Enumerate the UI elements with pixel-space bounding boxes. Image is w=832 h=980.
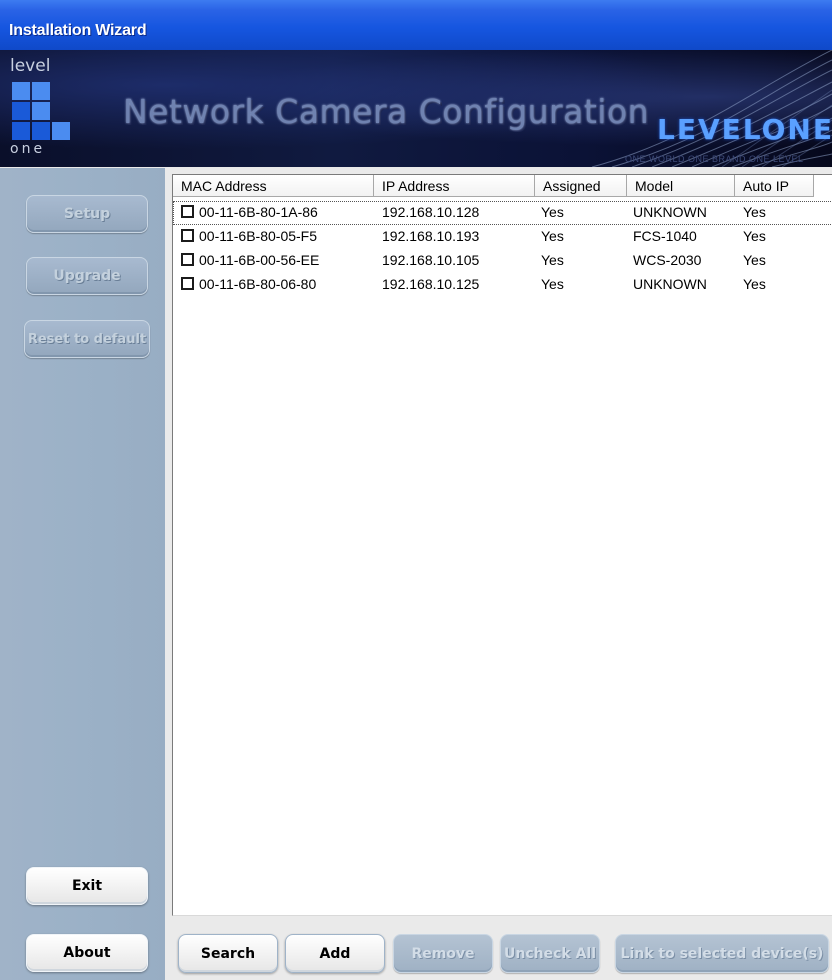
banner-title: Network Camera Configuration — [123, 92, 650, 131]
logo-word-level: level — [10, 56, 51, 76]
banner: level one Network Camera Configuration L… — [0, 50, 832, 167]
reset-to-default-button[interactable]: Reset to default — [24, 320, 150, 358]
model-value: UNKNOWN — [633, 204, 707, 220]
column-header-assigned[interactable]: Assigned — [535, 175, 627, 197]
table-row[interactable]: 00-11-6B-80-1A-86 192.168.10.128 Yes UNK… — [173, 201, 832, 225]
table-row[interactable]: 00-11-6B-80-05-F5 192.168.10.193 Yes FCS… — [173, 225, 832, 249]
installation-wizard-window: Installation Wizard level one Network Ca… — [0, 0, 832, 980]
mac-address: 00-11-6B-80-05-F5 — [199, 228, 318, 244]
remove-button[interactable]: Remove — [393, 934, 493, 973]
device-list-header: MAC Address IP Address Assigned Model Au… — [173, 175, 832, 199]
mac-address: 00-11-6B-80-1A-86 — [199, 204, 318, 220]
add-button[interactable]: Add — [285, 934, 385, 973]
upgrade-button[interactable]: Upgrade — [26, 257, 148, 295]
assigned-value: Yes — [541, 276, 564, 292]
auto-ip-value: Yes — [743, 204, 766, 220]
window-title: Installation Wizard — [9, 22, 147, 39]
model-value: UNKNOWN — [633, 276, 707, 292]
row-checkbox[interactable] — [181, 229, 194, 242]
column-header-mac[interactable]: MAC Address — [173, 175, 374, 197]
model-value: WCS-2030 — [633, 252, 702, 268]
column-header-auto-ip[interactable]: Auto IP — [735, 175, 814, 197]
table-row[interactable]: 00-11-6B-00-56-EE 192.168.10.105 Yes WCS… — [173, 249, 832, 273]
exit-button[interactable]: Exit — [26, 867, 148, 905]
uncheck-all-button[interactable]: Uncheck All — [500, 934, 600, 973]
logo-grid-graphic — [12, 82, 72, 140]
mac-address: 00-11-6B-80-06-80 — [199, 276, 317, 292]
ip-address: 192.168.10.128 — [382, 204, 480, 220]
assigned-value: Yes — [541, 252, 564, 268]
table-row[interactable]: 00-11-6B-80-06-80 192.168.10.125 Yes UNK… — [173, 273, 832, 297]
setup-button[interactable]: Setup — [26, 195, 148, 233]
logo-word-one: one — [10, 141, 46, 157]
brand-tagline: ONE WORLD ONE BRAND ONE LEVEL — [625, 154, 804, 164]
auto-ip-value: Yes — [743, 228, 766, 244]
auto-ip-value: Yes — [743, 276, 766, 292]
column-header-ip[interactable]: IP Address — [374, 175, 535, 197]
link-to-selected-devices-button[interactable]: Link to selected device(s) — [615, 934, 829, 973]
model-value: FCS-1040 — [633, 228, 697, 244]
device-list[interactable]: MAC Address IP Address Assigned Model Au… — [172, 174, 832, 916]
ip-address: 192.168.10.105 — [382, 252, 480, 268]
levelone-logo: level one — [8, 56, 94, 160]
row-checkbox[interactable] — [181, 253, 194, 266]
ip-address: 192.168.10.193 — [382, 228, 480, 244]
title-bar[interactable]: Installation Wizard — [0, 0, 832, 50]
row-checkbox[interactable] — [181, 205, 194, 218]
auto-ip-value: Yes — [743, 252, 766, 268]
search-button[interactable]: Search — [178, 934, 278, 973]
ip-address: 192.168.10.125 — [382, 276, 480, 292]
sidebar: Setup Upgrade Reset to default Exit Abou… — [0, 168, 165, 980]
assigned-value: Yes — [541, 204, 564, 220]
assigned-value: Yes — [541, 228, 564, 244]
brand-wordmark: LEVELONE — [657, 113, 832, 146]
column-header-model[interactable]: Model — [627, 175, 735, 197]
row-checkbox[interactable] — [181, 277, 194, 290]
about-button[interactable]: About — [26, 934, 148, 972]
mac-address: 00-11-6B-00-56-EE — [199, 252, 320, 268]
